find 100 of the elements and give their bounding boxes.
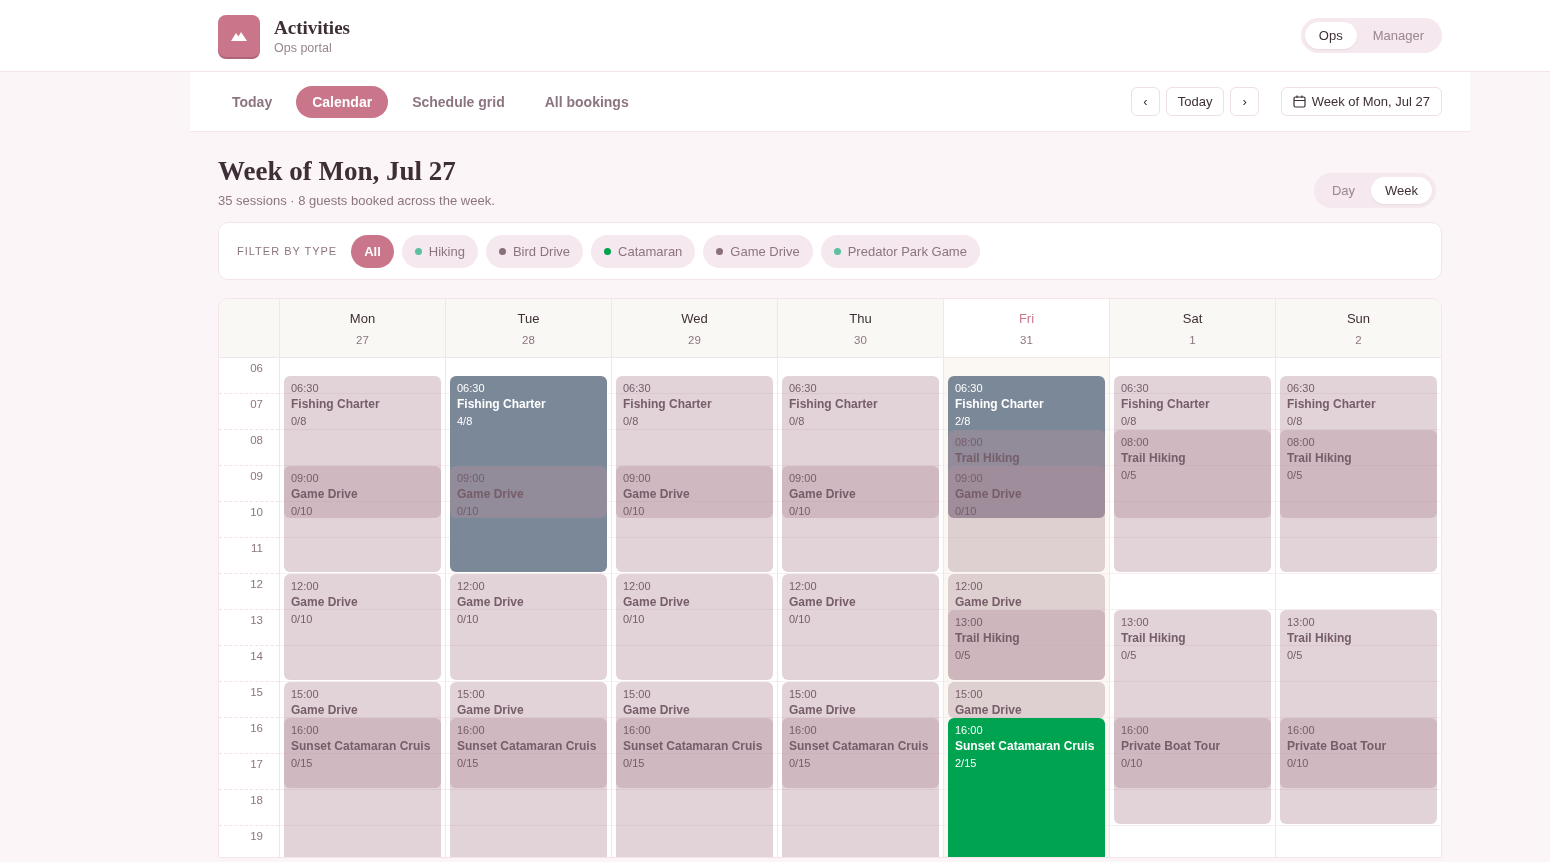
session-block[interactable]: 08:00 Trail Hiking 0/5 — [1280, 430, 1437, 518]
today-button[interactable]: Today — [1165, 87, 1225, 116]
filter-chip[interactable]: Game Drive — [703, 234, 813, 268]
session-block[interactable]: 16:00 Sunset Catamaran Cruis 0/15 — [616, 718, 773, 788]
session-time: 16:00 — [623, 723, 652, 737]
session-count: 0/10 — [291, 612, 314, 627]
day-name: Wed — [681, 310, 708, 326]
day-name: Tue — [517, 310, 540, 326]
filter-label: FILTER BY TYPE — [237, 245, 338, 257]
session-block[interactable]: 16:00 Sunset Catamaran Cruis 2/15 — [948, 718, 1105, 857]
session-title: Sunset Catamaran Cruis — [457, 738, 598, 754]
session-time: 12:00 — [457, 579, 486, 593]
session-block[interactable]: 15:00 Game Drive — [948, 682, 1105, 718]
session-title: Game Drive — [291, 486, 359, 502]
session-title: Game Drive — [623, 702, 691, 718]
next-button[interactable]: › — [1230, 87, 1259, 116]
session-time: 09:00 — [789, 471, 818, 485]
session-time: 06:30 — [955, 381, 984, 395]
session-time: 12:00 — [623, 579, 652, 593]
session-block[interactable]: 13:00 Trail Hiking 0/5 — [948, 610, 1105, 680]
session-count: 0/10 — [623, 504, 646, 518]
session-count: 2/15 — [955, 756, 978, 771]
session-title: Game Drive — [623, 486, 691, 502]
session-block[interactable]: 12:00 Game Drive 0/10 — [782, 574, 939, 680]
session-block[interactable]: 09:00 Game Drive 0/10 — [616, 466, 773, 518]
session-count: 0/5 — [955, 648, 972, 663]
session-time: 06:30 — [1287, 381, 1316, 395]
session-block[interactable]: 16:00 Private Boat Tour 0/10 — [1114, 718, 1271, 788]
session-block[interactable]: 09:00 Game Drive 0/10 — [284, 466, 441, 518]
session-time: 06:30 — [623, 381, 652, 395]
session-count: 0/15 — [789, 756, 812, 771]
view-option[interactable]: Day — [1317, 177, 1369, 204]
session-block[interactable]: 08:00 Trail Hiking 0/5 — [1114, 430, 1271, 518]
filter-chip[interactable]: Hiking — [401, 234, 478, 268]
session-time: 16:00 — [955, 723, 984, 737]
role-option[interactable]: Manager — [1358, 22, 1438, 49]
session-count: 0/8 — [1287, 414, 1304, 429]
session-title: Sunset Catamaran Cruis — [789, 738, 930, 754]
session-block[interactable]: 12:00 Game Drive 0/10 — [616, 574, 773, 680]
session-count: 0/5 — [1287, 468, 1304, 483]
session-block[interactable]: 16:00 Private Boat Tour 0/10 — [1280, 718, 1437, 788]
session-title: Sunset Catamaran Cruis — [291, 738, 432, 754]
week-summary: 35 sessions · 8 guests booked across the week. — [218, 193, 495, 208]
session-count: 0/5 — [1121, 648, 1138, 663]
previous-button[interactable]: ‹ — [1131, 87, 1160, 116]
session-block[interactable]: 12:00 Game Drive 0/10 — [450, 574, 607, 680]
day-date: 31 — [1020, 333, 1033, 346]
session-title: Trail Hiking — [1287, 450, 1353, 466]
session-title: Game Drive — [955, 702, 1023, 718]
session-title: Game Drive — [789, 594, 857, 610]
session-time: 13:00 — [955, 615, 984, 629]
nav-tab[interactable]: Schedule grid — [396, 85, 521, 118]
session-time: 13:00 — [1121, 615, 1150, 629]
session-time: 13:00 — [1287, 615, 1316, 629]
session-block[interactable]: 09:00 Game Drive 0/10 — [782, 466, 939, 518]
session-title: Fishing Charter — [789, 396, 879, 412]
day-name: Thu — [849, 310, 872, 326]
session-time: 06:30 — [789, 381, 818, 395]
session-time: 09:00 — [623, 471, 652, 485]
nav-tab[interactable]: Today — [216, 85, 289, 118]
week-picker[interactable]: Week of Mon, Jul 27 — [1280, 87, 1442, 116]
session-count: 0/10 — [789, 504, 812, 518]
day-date: 1 — [1189, 333, 1196, 346]
calendar-icon — [1292, 95, 1306, 108]
session-count: 0/5 — [1121, 468, 1138, 483]
day-name: Mon — [349, 310, 376, 326]
role-option[interactable]: Ops — [1304, 22, 1357, 49]
session-title: Fishing Charter — [291, 396, 381, 412]
session-block[interactable]: 12:00 Game Drive 0/10 — [284, 574, 441, 680]
session-title: Trail Hiking — [1287, 630, 1353, 646]
page-title: Week of Mon, Jul 27 — [218, 156, 457, 187]
filter-chip[interactable]: Catamaran — [591, 234, 696, 268]
filter-chip[interactable]: All — [351, 234, 394, 268]
session-block[interactable]: 16:00 Sunset Catamaran Cruis 0/15 — [284, 718, 441, 788]
app-title: Activities — [274, 16, 350, 39]
session-time: 16:00 — [457, 723, 486, 737]
session-title: Fishing Charter — [1121, 396, 1211, 412]
session-title: Game Drive — [789, 702, 857, 718]
session-title: Game Drive — [457, 702, 525, 718]
session-time: 15:00 — [623, 687, 652, 701]
session-title: Trail Hiking — [1121, 630, 1187, 646]
session-block[interactable]: 16:00 Sunset Catamaran Cruis 0/15 — [782, 718, 939, 788]
session-time: 06:30 — [457, 381, 486, 395]
nav-tab[interactable]: Calendar — [296, 85, 389, 118]
session-title: Fishing Charter — [623, 396, 713, 412]
app-subtitle: Ops portal — [274, 40, 333, 55]
session-title: Fishing Charter — [457, 396, 547, 412]
session-time: 09:00 — [291, 471, 320, 485]
session-count: 0/10 — [291, 504, 314, 518]
view-option[interactable]: Week — [1371, 177, 1432, 204]
session-block[interactable]: 16:00 Sunset Catamaran Cruis 0/15 — [450, 718, 607, 788]
session-time: 16:00 — [291, 723, 320, 737]
session-count: 0/10 — [789, 612, 812, 627]
session-count: 0/8 — [291, 414, 308, 429]
session-time: 16:00 — [789, 723, 818, 737]
filter-chip[interactable]: Predator Park Game — [820, 234, 980, 268]
filter-chip[interactable]: Bird Drive — [485, 234, 584, 268]
session-count: 0/8 — [789, 414, 806, 429]
nav-tab[interactable]: All bookings — [528, 85, 645, 118]
session-time: 12:00 — [291, 579, 320, 593]
